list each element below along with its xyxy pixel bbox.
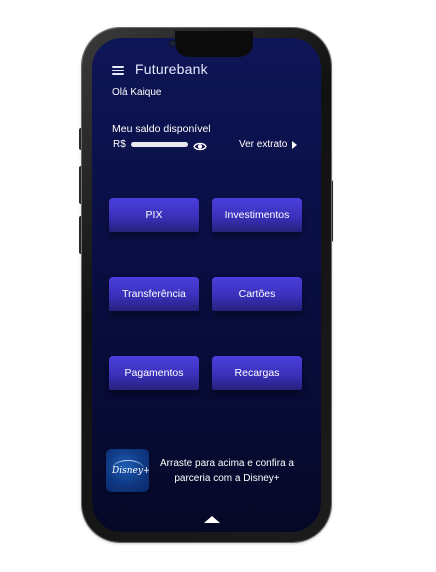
cards-button[interactable]: Cartões (212, 277, 302, 311)
balance-title: Meu saldo disponível (112, 123, 211, 135)
brand-title: Futurebank (135, 61, 208, 77)
promo-text: Arraste para acima e confira a parceria … (160, 458, 294, 484)
hamburger-menu-icon[interactable] (112, 66, 124, 75)
payments-button[interactable]: Pagamentos (109, 356, 199, 390)
caret-up-icon[interactable] (204, 516, 220, 523)
greeting-text: Olá Kaique (112, 87, 162, 98)
eye-icon[interactable] (193, 139, 207, 151)
pix-button[interactable]: PIX (109, 198, 199, 232)
phone-notch (175, 31, 253, 57)
disney-plus-logo[interactable]: Disney+ (106, 449, 149, 492)
front-camera (169, 40, 176, 47)
transfer-button[interactable]: Transferência (109, 277, 199, 311)
view-statement-label: Ver extrato (239, 139, 288, 150)
logo-wordmark: Disney+ (112, 466, 149, 476)
recharges-button[interactable]: Recargas (212, 356, 302, 390)
hidden-balance-bar (131, 142, 188, 147)
view-statement-link[interactable]: Ver extrato (239, 139, 298, 150)
caret-right-icon (292, 140, 298, 149)
currency-label: R$ (113, 139, 126, 150)
investments-button[interactable]: Investimentos (212, 198, 302, 232)
stage: Futurebank Olá Kaique Meu saldo disponív… (0, 0, 436, 572)
